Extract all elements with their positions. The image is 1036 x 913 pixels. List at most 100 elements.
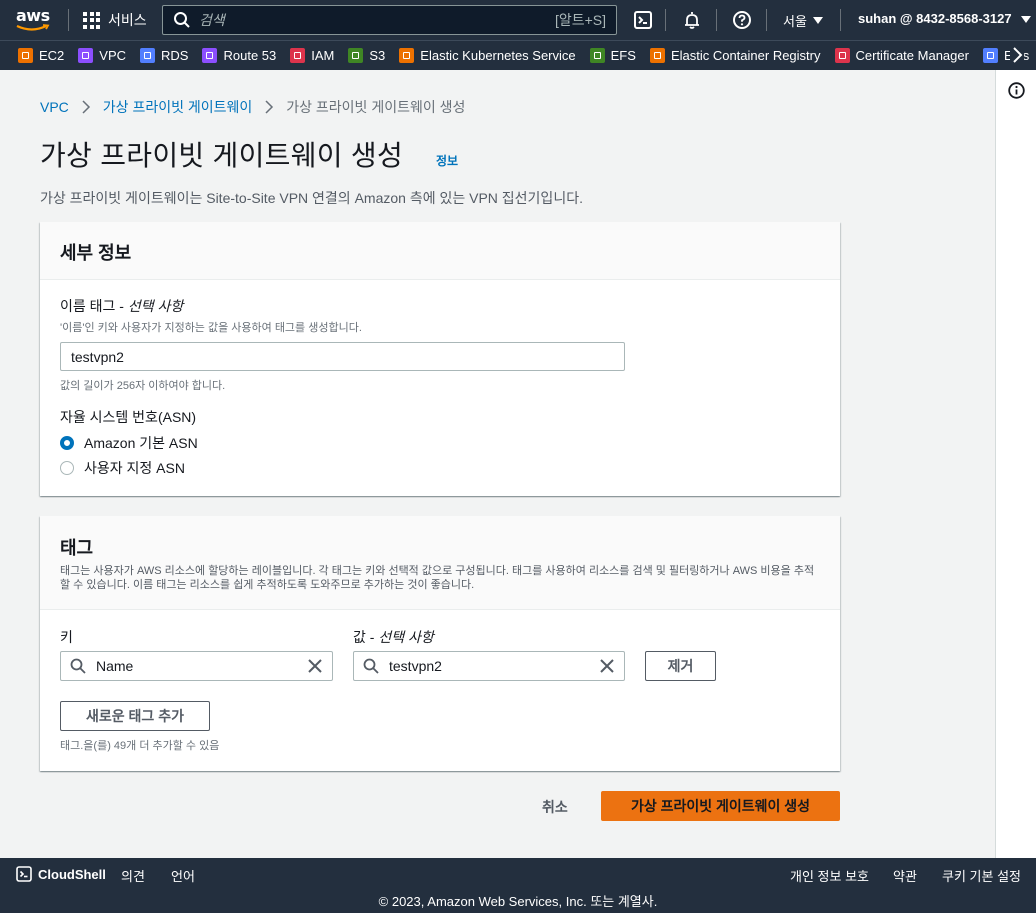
- chevron-right-icon: [265, 100, 274, 114]
- favorite-label: VPC: [99, 48, 127, 63]
- info-icon[interactable]: [1008, 82, 1025, 99]
- tag-value-label-text: 값 -: [353, 629, 379, 645]
- clear-icon[interactable]: [308, 659, 322, 673]
- cloudshell-button[interactable]: CloudShell: [16, 866, 106, 882]
- cookie-preferences-link[interactable]: 쿠키 기본 설정: [942, 866, 1021, 885]
- search-shortcut-hint: [알트+S]: [554, 12, 606, 28]
- favorite-label: Elastic Kubernetes Service: [420, 48, 576, 63]
- favorite-acm[interactable]: Certificate Manager: [834, 48, 969, 63]
- favorite-eks[interactable]: Elastic Kubernetes Service: [399, 48, 576, 63]
- favorite-label: Route 53: [223, 48, 277, 63]
- aws-logo[interactable]: aws: [16, 6, 52, 34]
- cloudshell-label: CloudShell: [38, 866, 106, 882]
- region-selector[interactable]: 서울: [783, 11, 823, 30]
- search-input[interactable]: [199, 12, 555, 28]
- favorite-label: Certificate Manager: [855, 48, 969, 63]
- services-label: 서비스: [108, 12, 147, 28]
- chevron-right-icon: [82, 100, 90, 114]
- breadcrumb-virtual-private-gateway[interactable]: 가상 프라이빗 게이트웨이: [103, 97, 252, 117]
- elastic-service-icon: [982, 48, 998, 63]
- s3-icon: [348, 48, 364, 63]
- favorite-label: Elastic Container Registry: [670, 48, 821, 63]
- search-icon: [174, 12, 190, 28]
- favorite-s3[interactable]: S3: [348, 48, 385, 63]
- tags-panel-description: 태그는 사용자가 AWS 리소스에 할당하는 레이블입니다. 각 태그는 키와 …: [60, 565, 815, 591]
- cancel-button[interactable]: 취소: [542, 797, 568, 817]
- details-panel-header: 세부 정보: [40, 222, 840, 280]
- tags-panel-title: 태그: [60, 538, 94, 558]
- chevron-right-icon[interactable]: [1010, 46, 1024, 64]
- aws-logo-text: aws: [16, 6, 50, 25]
- region-label: 서울: [783, 14, 807, 29]
- details-panel-title: 세부 정보: [60, 243, 132, 263]
- details-panel: 세부 정보 이름 태그 - 선택 사항 '이름'인 키와 사용자가 지정하는 값…: [40, 222, 840, 496]
- search-icon: [363, 658, 379, 674]
- terms-link[interactable]: 약관: [893, 866, 917, 885]
- favorite-rds[interactable]: RDS: [140, 48, 188, 63]
- nav-divider: [716, 9, 717, 31]
- favorite-efs[interactable]: EFS: [589, 48, 636, 63]
- favorite-vpc[interactable]: VPC: [78, 48, 126, 63]
- asn-option-label: 사용자 지정 ASN: [84, 460, 185, 476]
- name-tag-field: 이름 태그 - 선택 사항 '이름'인 키와 사용자가 지정하는 값을 사용하여…: [60, 296, 625, 393]
- radio-unselected[interactable]: [60, 461, 74, 475]
- name-tag-hint: '이름'인 키와 사용자가 지정하는 값을 사용하여 태그를 생성합니다.: [60, 322, 362, 334]
- privacy-link[interactable]: 개인 정보 보호: [790, 866, 869, 885]
- feedback-link[interactable]: 의견: [121, 866, 145, 885]
- optional-label: 선택 사항: [127, 298, 184, 314]
- efs-icon: [589, 48, 605, 63]
- favorite-label: EC2: [39, 48, 65, 63]
- asn-option-custom[interactable]: 사용자 지정 ASN: [60, 458, 185, 478]
- radio-selected[interactable]: [60, 436, 74, 450]
- create-virtual-private-gateway-button[interactable]: 가상 프라이빗 게이트웨이 생성: [601, 791, 840, 821]
- language-link[interactable]: 언어: [171, 866, 195, 885]
- tags-panel: 태그 태그는 사용자가 AWS 리소스에 할당하는 레이블입니다. 각 태그는 …: [40, 516, 840, 771]
- search-icon: [70, 658, 86, 674]
- favorite-label: IAM: [311, 48, 335, 63]
- nav-divider: [665, 9, 666, 31]
- breadcrumb-vpc[interactable]: VPC: [40, 99, 69, 115]
- favorite-label: S3: [369, 48, 386, 63]
- nav-divider: [68, 9, 69, 31]
- favorite-ec2[interactable]: EC2: [18, 48, 64, 63]
- caret-down-icon: [812, 17, 823, 24]
- breadcrumb: VPC 가상 프라이빗 게이트웨이 가상 프라이빗 게이트웨이 생성: [40, 97, 465, 117]
- name-tag-label: 이름 태그 - 선택 사항: [60, 296, 625, 316]
- page-title: 가상 프라이빗 게이트웨이 생성: [40, 140, 404, 171]
- asn-option-label: Amazon 기본 ASN: [84, 435, 198, 451]
- ec2-icon: [18, 48, 33, 63]
- add-tag-button[interactable]: 새로운 태그 추가: [60, 701, 210, 731]
- favorite-route53[interactable]: Route 53: [202, 48, 276, 63]
- tag-value-input[interactable]: testvpn2: [353, 651, 625, 681]
- tag-key-label: 키: [60, 629, 73, 645]
- nav-divider: [840, 9, 841, 31]
- footer: CloudShell 의견 언어 개인 정보 보호 약관 쿠키 기본 설정 © …: [0, 858, 1036, 913]
- grid-icon: [83, 11, 100, 29]
- ecr-icon: [649, 48, 665, 63]
- clear-icon[interactable]: [600, 659, 614, 673]
- search-box[interactable]: [알트+S]: [162, 5, 617, 35]
- favorite-ecr[interactable]: Elastic Container Registry: [649, 48, 821, 63]
- bell-icon[interactable]: [682, 10, 702, 30]
- asn-option-amazon-default[interactable]: Amazon 기본 ASN: [60, 433, 198, 453]
- account-menu[interactable]: suhan @ 8432-8568-3127: [858, 11, 1032, 26]
- iam-icon: [290, 48, 306, 63]
- eks-icon: [399, 48, 415, 63]
- favorite-label: RDS: [161, 48, 189, 63]
- caret-down-icon: [1021, 16, 1032, 23]
- help-icon[interactable]: [732, 10, 752, 30]
- favorite-label: EFS: [610, 48, 636, 63]
- tag-key-input[interactable]: Name: [60, 651, 333, 681]
- certificate-manager-icon: [834, 48, 850, 63]
- top-navigation: aws 서비스 [알트+S] 서울: [0, 0, 1036, 40]
- name-tag-input[interactable]: [60, 342, 625, 371]
- services-menu-button[interactable]: 서비스: [83, 10, 147, 30]
- rds-icon: [140, 48, 156, 63]
- page-description: 가상 프라이빗 게이트웨이는 Site-to-Site VPN 연결의 Amaz…: [40, 190, 583, 206]
- remove-tag-button[interactable]: 제거: [645, 651, 716, 681]
- favorite-iam[interactable]: IAM: [290, 48, 334, 63]
- breadcrumb-current: 가상 프라이빗 게이트웨이 생성: [286, 99, 466, 115]
- favorites-bar: EC2 VPC RDS Route 53 IAM S3 Elastic Kube…: [0, 40, 1036, 70]
- info-link[interactable]: 정보: [436, 152, 458, 169]
- cloudshell-icon[interactable]: [633, 10, 653, 30]
